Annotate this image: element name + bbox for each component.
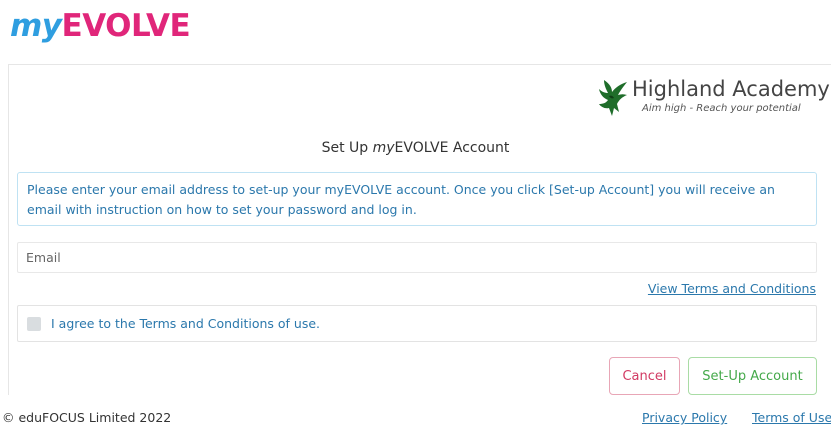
terms-of-use-link[interactable]: Terms of Use [752, 410, 831, 425]
logo-my: my [10, 8, 62, 44]
logo-evolve: EVOLVE [61, 8, 191, 44]
checkbox-icon[interactable] [27, 317, 41, 331]
title-part-2: EVOLVE Account [394, 140, 510, 156]
title-part-em: my [372, 140, 395, 156]
agree-terms-row[interactable]: I agree to the Terms and Conditions of u… [17, 305, 817, 342]
privacy-policy-link[interactable]: Privacy Policy [642, 410, 727, 425]
info-message: Please enter your email address to set-u… [17, 172, 817, 226]
email-field[interactable] [17, 242, 817, 273]
cancel-button[interactable]: Cancel [609, 357, 680, 395]
school-tagline: Aim high - Reach your potential [642, 103, 801, 114]
school-logo: Highland Academy Aim high - Reach your p… [596, 76, 831, 120]
eagle-logo-icon [599, 80, 627, 116]
setup-account-button[interactable]: Set-Up Account [688, 357, 817, 395]
view-terms-link[interactable]: View Terms and Conditions [648, 281, 816, 296]
myevolve-logo: myEVOLVE [10, 6, 191, 46]
copyright: © eduFOCUS Limited 2022 [2, 410, 172, 425]
school-name: Highland Academy [632, 77, 830, 101]
agree-terms-label[interactable]: I agree to the Terms and Conditions of u… [51, 316, 320, 332]
title-part-1: Set Up [321, 140, 373, 156]
page-title: Set Up myEVOLVE Account [0, 138, 831, 158]
